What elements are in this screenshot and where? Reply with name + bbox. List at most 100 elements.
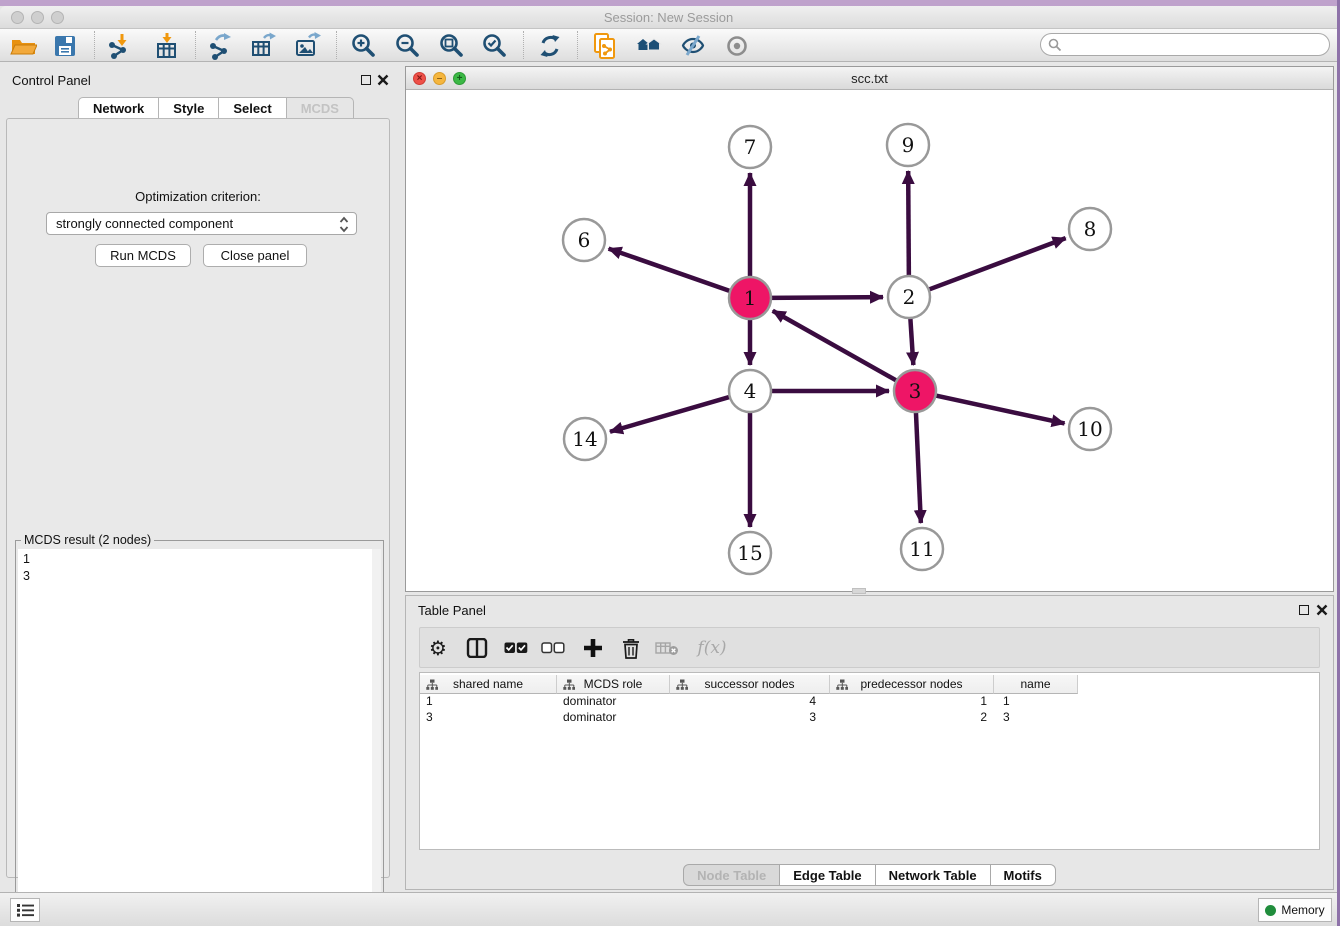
table-cell[interactable]: 1 <box>830 694 994 710</box>
optimization-criterion-dropdown[interactable]: strongly connected component <box>46 212 357 235</box>
export-network-icon[interactable] <box>205 31 235 61</box>
table-body: 1dominator4113dominator323 <box>420 694 1319 849</box>
column-header-shared-name[interactable]: shared name <box>420 675 557 694</box>
close-panel-button[interactable]: Close panel <box>203 244 307 267</box>
task-monitor-button[interactable] <box>10 898 40 922</box>
save-session-icon[interactable] <box>50 31 80 61</box>
table-cell[interactable]: dominator <box>557 710 670 726</box>
import-table-icon[interactable] <box>152 31 182 61</box>
dropdown-value: strongly connected component <box>56 216 233 231</box>
mcds-result-text[interactable]: 1 3 <box>18 549 372 924</box>
graph-node-label-4: 4 <box>744 379 757 403</box>
zoom-in-icon[interactable] <box>348 31 378 61</box>
delete-table-icon[interactable] <box>653 634 681 662</box>
graph-node-label-9: 9 <box>902 133 915 157</box>
graph-node-label-14: 14 <box>572 427 597 451</box>
mcds-result-group: MCDS result (2 nodes) 1 3 <box>15 540 384 926</box>
float-panel-icon[interactable] <box>361 75 371 85</box>
column-header-MCDS-role[interactable]: MCDS role <box>557 675 670 694</box>
show-all-icon[interactable] <box>722 31 752 61</box>
control-panel-tabs: Network Style Select MCDS <box>78 97 354 119</box>
export-table-icon[interactable] <box>248 31 278 61</box>
toolbar-separator <box>195 31 196 59</box>
graph-edge-4-14[interactable] <box>610 396 732 431</box>
network-graph: 7968124314101511 <box>406 90 1333 591</box>
graph-edge-1-6[interactable] <box>609 249 733 292</box>
column-header-predecessor-nodes[interactable]: predecessor nodes <box>830 675 994 694</box>
import-network-icon[interactable] <box>104 31 134 61</box>
zoom-out-icon[interactable] <box>392 31 422 61</box>
graph-edge-3-10[interactable] <box>934 395 1065 423</box>
tab-motifs[interactable]: Motifs <box>990 864 1056 886</box>
tab-select[interactable]: Select <box>218 97 285 119</box>
table-cell[interactable]: dominator <box>557 694 670 710</box>
table-row[interactable]: 1dominator411 <box>420 694 1319 710</box>
column-header-successor-nodes[interactable]: successor nodes <box>670 675 830 694</box>
search-input[interactable] <box>1067 35 1323 54</box>
main-toolbar <box>0 29 1337 62</box>
graph-node-label-15: 15 <box>737 541 762 565</box>
network-canvas[interactable]: 7968124314101511 <box>406 90 1333 591</box>
graph-node-label-2: 2 <box>903 285 916 309</box>
run-mcds-button[interactable]: Run MCDS <box>95 244 191 267</box>
table-cell[interactable]: 1 <box>994 694 1078 710</box>
table-cell[interactable]: 2 <box>830 710 994 726</box>
graph-node-label-11: 11 <box>909 537 934 561</box>
graph-edge-2-9[interactable] <box>908 171 909 278</box>
tab-edge-table[interactable]: Edge Table <box>779 864 875 886</box>
toolbar-separator <box>577 31 578 59</box>
add-column-icon[interactable] <box>579 634 607 662</box>
delete-column-icon[interactable] <box>617 634 645 662</box>
table-cell[interactable]: 3 <box>994 710 1078 726</box>
unselect-all-columns-icon[interactable] <box>539 634 567 662</box>
window-title: Session: New Session <box>0 10 1337 25</box>
tab-node-table[interactable]: Node Table <box>683 864 780 886</box>
table-cell[interactable]: 4 <box>670 694 830 710</box>
zoom-fit-icon[interactable] <box>436 31 466 61</box>
app-titlebar: Session: New Session <box>0 6 1337 29</box>
graph-edge-2-8[interactable] <box>927 238 1066 290</box>
table-row[interactable]: 3dominator323 <box>420 710 1319 726</box>
close-table-panel-icon[interactable] <box>1316 604 1328 616</box>
table-cell[interactable]: 1 <box>420 694 557 710</box>
table-panel-title: Table Panel <box>418 603 486 618</box>
dropdown-chevrons-icon <box>339 216 349 233</box>
select-all-columns-icon[interactable] <box>502 634 530 662</box>
hide-selected-icon[interactable] <box>678 31 708 61</box>
graph-edge-3-11[interactable] <box>916 410 921 523</box>
task-list-icon <box>17 903 34 917</box>
new-network-from-selection-icon[interactable] <box>590 31 620 61</box>
open-session-icon[interactable] <box>8 31 38 61</box>
graph-edge-3-1[interactable] <box>773 311 899 382</box>
zoom-selected-icon[interactable] <box>479 31 509 61</box>
table-cell[interactable]: 3 <box>670 710 830 726</box>
split-panel-icon[interactable] <box>463 634 491 662</box>
mcds-tab-content: Optimization criterion: strongly connect… <box>6 118 390 878</box>
network-window-titlebar[interactable]: × – + scc.txt <box>406 67 1333 90</box>
graph-edge-1-2[interactable] <box>769 297 883 298</box>
control-panel-title: Control Panel <box>12 73 91 88</box>
tab-mcds[interactable]: MCDS <box>286 97 354 119</box>
graph-node-label-7: 7 <box>744 135 757 159</box>
result-scrollbar[interactable] <box>372 549 381 924</box>
first-neighbors-icon[interactable] <box>634 31 664 61</box>
refresh-view-icon[interactable] <box>535 31 565 61</box>
graph-edge-2-3[interactable] <box>910 316 913 365</box>
graph-node-label-10: 10 <box>1077 417 1102 441</box>
column-header-name[interactable]: name <box>994 675 1078 694</box>
table-header-row: shared nameMCDS rolesuccessor nodesprede… <box>420 675 1078 694</box>
column-settings-gear-icon[interactable]: ⚙ <box>424 634 452 662</box>
tab-network-table[interactable]: Network Table <box>875 864 991 886</box>
export-image-icon[interactable] <box>292 31 322 61</box>
table-cell[interactable]: 3 <box>420 710 557 726</box>
tab-network[interactable]: Network <box>78 97 158 119</box>
optimization-criterion-label: Optimization criterion: <box>7 189 389 204</box>
memory-button[interactable]: Memory <box>1258 898 1332 922</box>
tab-style[interactable]: Style <box>158 97 218 119</box>
splitter-handle[interactable] <box>852 588 866 594</box>
node-table: shared nameMCDS rolesuccessor nodesprede… <box>419 672 1320 850</box>
float-table-panel-icon[interactable] <box>1299 605 1309 615</box>
close-panel-icon[interactable] <box>377 74 389 86</box>
function-builder-icon[interactable]: f(x) <box>692 634 732 662</box>
network-view-title: scc.txt <box>406 71 1333 86</box>
